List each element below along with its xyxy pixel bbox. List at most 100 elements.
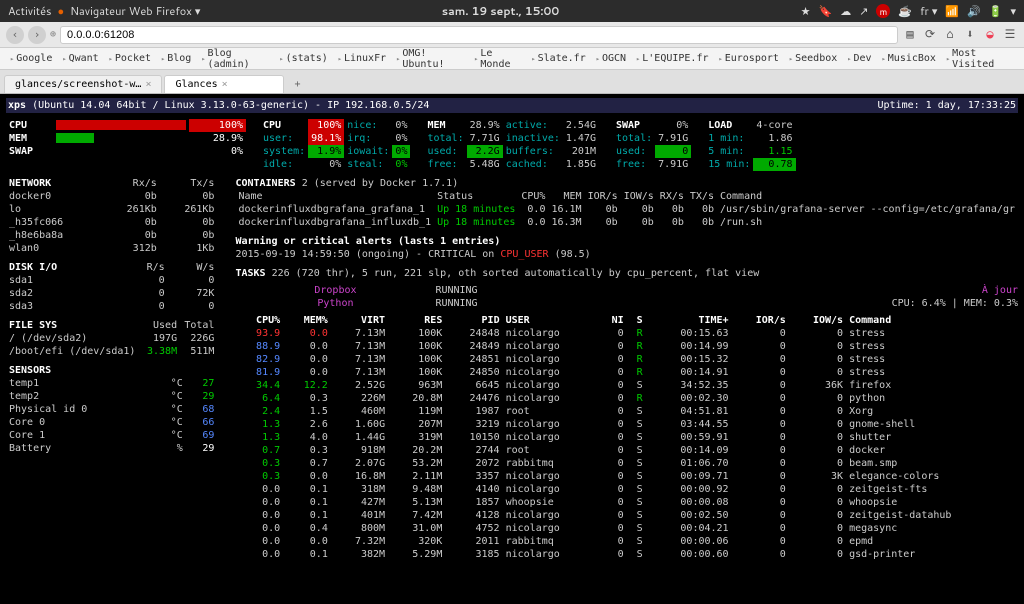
m-icon[interactable]: m [876,4,890,18]
diskio-w-head: W/s [168,261,218,274]
network-row: wlan0312b1Kb [6,242,217,255]
bookmarks-toolbar: GoogleQwantPocketBlogBlog (admin)(stats)… [0,48,1024,70]
mem-cached-label: cached: [503,158,563,171]
swap-free: 7.91G [655,158,691,171]
bookmark-item[interactable]: L'EQUIPE.fr [632,51,712,66]
bookmark-item[interactable]: Google [6,51,56,66]
cpu-steal: 0% [392,158,410,171]
bookmark-item[interactable]: Le Monde [470,46,525,72]
pocket-icon[interactable]: ◒ [982,27,998,43]
fs-row: / (/dev/sda2)197G226G [6,332,217,345]
cpu-title: CPU [260,119,308,132]
load-1-label: 1 min: [705,132,753,145]
containers-head: NameStatusCPU%MEMIOR/sIOW/sRX/sTX/sComma… [235,190,1018,203]
sensor-row: Core 1°C69 [6,429,217,442]
fs-title: FILE SYS [6,319,143,332]
address-input[interactable] [60,26,898,44]
bookmark-item[interactable]: (stats) [275,51,331,66]
downloads-icon[interactable]: ⬇ [962,27,978,43]
reload-icon[interactable]: ⟳ [922,27,938,43]
process-row: 0.00.1318M9.48M4140nicolargo0S00:00.9200… [235,483,1018,496]
cpu-idle: 0% [308,158,344,171]
cloud-icon[interactable]: ☁ [840,3,851,19]
bookmark-item[interactable]: Slate.fr [527,51,589,66]
process-row: 0.00.07.32M320K2011rabbitmq0S00:00.0600e… [235,535,1018,548]
tasks-title: TASKS [235,268,265,279]
mem-title: MEM [424,119,466,132]
wifi-icon[interactable]: 📶 [945,3,959,19]
mem-used-label: used: [424,145,466,158]
chevron-down-icon[interactable]: ▾ [1010,3,1016,19]
load-1: 1.86 [753,132,795,145]
diskio-title: DISK I/O [6,261,118,274]
process-row: 0.00.1382M5.29M3185nicolargo0S00:00.6000… [235,548,1018,561]
tasks-summary: 226 (720 thr), 5 run, 221 slp, oth sorte… [272,268,760,279]
menu-icon[interactable]: ☰ [1002,27,1018,43]
volume-icon[interactable]: 🔊 [967,3,981,19]
task-group-right2: CPU: 6.4% | MEM: 0.3% [555,297,1018,310]
close-icon[interactable]: × [222,79,228,90]
cpu-total: 100% [308,119,344,132]
task-group-status2: RUNNING [435,297,555,310]
process-row: 1.32.61.60G207M3219nicolargo0S03:44.5500… [235,418,1018,431]
bookmark-item[interactable]: MusicBox [878,51,940,66]
network-row: docker00b0b [6,190,217,203]
cpu-nice: 0% [392,119,410,132]
hostname: xps [8,99,26,112]
bookmark-item[interactable]: Seedbox [785,51,841,66]
load-title: LOAD [705,119,753,132]
bookmark-item[interactable]: LinuxFr [334,51,390,66]
app-menu[interactable]: Navigateur Web Firefox ▾ [70,3,200,19]
fs-row: /boot/efi (/dev/sda1)3.38M511M [6,345,217,358]
network-row: lo261Kb261Kb [6,203,217,216]
clock[interactable]: sam. 19 sept., 15:00 [200,3,800,19]
bookmark-item[interactable]: OGCN [592,51,630,66]
network-row: _h35fc0660b0b [6,216,217,229]
bookmark-item[interactable]: Blog (admin) [197,46,273,72]
quick-mem-label: MEM [6,132,53,145]
quick-swap-label: SWAP [6,145,53,158]
containers-title: CONTAINERS [235,178,295,189]
bookmark-item[interactable]: OMG! Ubuntu! [392,46,468,72]
home-icon[interactable]: ⌂ [942,27,958,43]
bookmark-item[interactable]: Dev [843,51,875,66]
close-icon[interactable]: × [145,79,151,90]
back-button[interactable]: ‹ [6,26,24,44]
load-5: 1.15 [753,145,795,158]
share-icon[interactable]: ↗ [859,3,868,19]
lang-indicator[interactable]: fr ▾ [920,3,937,19]
browser-tab[interactable]: glances/screenshot-w…× [4,75,162,93]
fs-used-head: Used [143,319,180,332]
alert-line: 2015-09-19 14:59:50 (ongoing) - CRITICAL… [235,249,494,260]
task-group-sub: Python [235,297,435,310]
bookmark-item[interactable]: Most Visited [942,46,1018,72]
mem-total-label: total: [424,132,466,145]
process-row: 2.41.5460M119M1987root0S04:51.8100Xorg [235,405,1018,418]
mem-free-label: free: [424,158,466,171]
mem-total: 7.71G [467,132,503,145]
process-head: CPU%MEM%VIRTRESPIDUSERNISTIME+IOR/sIOW/s… [235,314,1018,327]
process-row: 0.00.1401M7.42M4128nicolargo0S00:02.5000… [235,509,1018,522]
swap-total-label: total: [613,132,655,145]
browser-tab[interactable]: Glances× [164,75,284,93]
process-row: 81.90.07.13M100K24850nicolargo0R00:14.91… [235,366,1018,379]
activities-button[interactable]: Activités [8,3,51,19]
mem-bar [56,133,94,143]
battery-icon[interactable]: 🔋 [989,3,1003,19]
forward-button[interactable]: › [28,26,46,44]
reader-icon[interactable]: ▤ [902,27,918,43]
bookmark-item[interactable]: Qwant [58,51,102,66]
diskio-row: sda2072K [6,287,217,300]
bookmark-item[interactable]: Blog [157,51,195,66]
bookmark-item[interactable]: Eurosport [715,51,783,66]
new-tab-button[interactable]: + [286,76,308,93]
alert-target: CPU_USER [500,249,548,260]
caffeine-icon[interactable]: ☕ [898,3,912,19]
alert-value: (98.5) [555,249,591,260]
star-icon[interactable]: ★ [801,3,811,19]
gnome-topbar: Activités ● Navigateur Web Firefox ▾ sam… [0,0,1024,22]
bookmark-item[interactable]: Pocket [105,51,155,66]
load-cores: 4-core [753,119,795,132]
bookmark-icon[interactable]: 🔖 [818,3,832,19]
swap-pct: 0% [655,119,691,132]
